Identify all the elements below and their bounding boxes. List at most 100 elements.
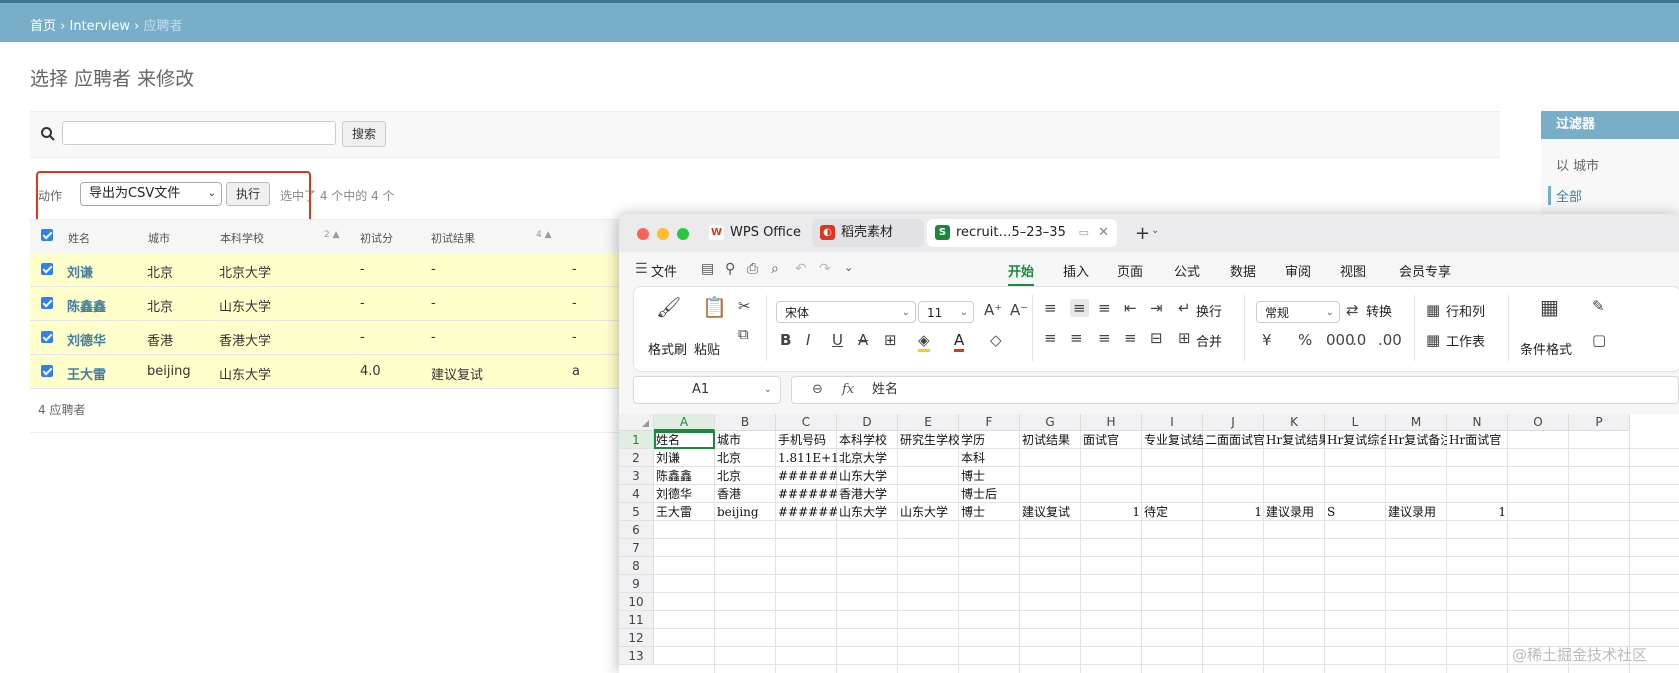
- decrease-decimal-icon[interactable]: .00: [1378, 331, 1402, 349]
- tab-preview-icon[interactable]: ▭: [1079, 219, 1089, 247]
- increase-font-icon[interactable]: A⁺: [984, 301, 1002, 319]
- percent-icon[interactable]: %: [1298, 331, 1312, 349]
- align-middle-icon[interactable]: ≡: [1070, 299, 1089, 317]
- column-header-D[interactable]: D: [837, 414, 898, 431]
- tab-recruit-sheet[interactable]: Srecruit…5–23–35 ▭ ✕: [927, 219, 1117, 247]
- cell-F1[interactable]: 学历: [959, 431, 1020, 449]
- name-box[interactable]: A1 ⌄: [633, 376, 781, 404]
- formula-input[interactable]: ⊖ fx 姓名: [791, 376, 1679, 404]
- cut-icon[interactable]: ✂: [738, 297, 751, 315]
- cell-D5[interactable]: 山东大学: [837, 503, 898, 521]
- strikethrough-icon[interactable]: A: [858, 331, 868, 349]
- print-icon[interactable]: ⎙: [747, 261, 758, 277]
- row-header-12[interactable]: 12: [619, 629, 654, 647]
- row-checkbox[interactable]: [41, 365, 53, 377]
- cell-L5[interactable]: S: [1325, 503, 1386, 521]
- align-right-icon[interactable]: ≡: [1098, 329, 1111, 347]
- column-header-C[interactable]: C: [776, 414, 837, 431]
- cell-K1[interactable]: Hr复试结果: [1264, 431, 1325, 449]
- cell-C4[interactable]: #######: [776, 485, 837, 503]
- cell-D4[interactable]: 香港大学: [837, 485, 898, 503]
- row-checkbox[interactable]: [41, 331, 53, 343]
- convert-button[interactable]: 转换: [1366, 301, 1392, 320]
- cell-B1[interactable]: 城市: [715, 431, 776, 449]
- column-header-M[interactable]: M: [1386, 414, 1447, 431]
- menu-file[interactable]: 文件: [651, 261, 677, 280]
- thousands-icon[interactable]: 000: [1326, 331, 1355, 349]
- cell-B2[interactable]: 北京: [715, 449, 776, 467]
- new-tab-icon[interactable]: +: [1135, 223, 1150, 244]
- column-header-J[interactable]: J: [1203, 414, 1264, 431]
- breadcrumb-app-link[interactable]: Interview: [70, 19, 130, 34]
- cell-C1[interactable]: 手机号码: [776, 431, 837, 449]
- cell-C5[interactable]: #######: [776, 503, 837, 521]
- column-header-A[interactable]: A: [654, 414, 715, 431]
- merge-icon[interactable]: ⊞: [1178, 329, 1191, 347]
- tab-close-icon[interactable]: ✕: [1098, 219, 1109, 247]
- row-header-10[interactable]: 10: [619, 593, 654, 611]
- column-header-O[interactable]: O: [1508, 414, 1569, 431]
- sort-indicator[interactable]: 4 ▲: [536, 230, 552, 240]
- tab-docer[interactable]: ◐ 稻壳素材: [812, 219, 924, 247]
- column-header-F[interactable]: F: [959, 414, 1020, 431]
- select-all-checkbox[interactable]: [41, 229, 53, 241]
- cell-B5[interactable]: beijing: [715, 503, 776, 521]
- cell-L1[interactable]: Hr复试综合: [1325, 431, 1386, 449]
- cell-F4[interactable]: 博士后: [959, 485, 1020, 503]
- cell-E5[interactable]: 山东大学: [898, 503, 959, 521]
- cell-A1[interactable]: 姓名: [654, 431, 715, 449]
- wrap-text-button[interactable]: 换行: [1196, 301, 1222, 320]
- column-header-score[interactable]: 初试分: [360, 230, 393, 246]
- chevron-down-icon[interactable]: ⌄: [1151, 225, 1159, 236]
- chevron-down-icon[interactable]: ⌄: [844, 261, 853, 274]
- row-checkbox[interactable]: [41, 297, 53, 309]
- cell-F2[interactable]: 本科: [959, 449, 1020, 467]
- copy-icon[interactable]: ⧉: [738, 325, 749, 343]
- distributed-icon[interactable]: ⊟: [1150, 329, 1163, 347]
- paste-icon[interactable]: 📋: [702, 295, 727, 319]
- conditional-format-icon[interactable]: ▦: [1540, 295, 1559, 319]
- cell-style-icon[interactable]: ✎: [1592, 297, 1605, 315]
- column-header-H[interactable]: H: [1081, 414, 1142, 431]
- action-run-button[interactable]: 执行: [226, 182, 270, 206]
- worksheet-icon[interactable]: ▦: [1426, 331, 1440, 349]
- hamburger-menu-icon[interactable]: ☰: [635, 261, 648, 277]
- column-header-city[interactable]: 城市: [148, 230, 170, 246]
- row-header-4[interactable]: 4: [619, 485, 654, 503]
- menu-page[interactable]: 页面: [1117, 261, 1143, 280]
- cell-G1[interactable]: 初试结果: [1020, 431, 1081, 449]
- close-window-icon[interactable]: [637, 228, 649, 240]
- column-header-school[interactable]: 本科学校: [220, 230, 264, 246]
- cell-I1[interactable]: 专业复试结果: [1142, 431, 1203, 449]
- column-header-N[interactable]: N: [1447, 414, 1508, 431]
- menu-insert[interactable]: 插入: [1063, 261, 1089, 280]
- fx-icon[interactable]: fx: [842, 377, 854, 403]
- table-style-icon[interactable]: ▢: [1592, 331, 1606, 349]
- underline-icon[interactable]: U: [832, 331, 843, 349]
- search-input[interactable]: [62, 121, 336, 145]
- font-size-select[interactable]: 11 ⌄: [918, 301, 974, 323]
- menu-review[interactable]: 审阅: [1285, 261, 1311, 280]
- row-header-7[interactable]: 7: [619, 539, 654, 557]
- cell-D1[interactable]: 本科学校: [837, 431, 898, 449]
- cell-N1[interactable]: Hr面试官: [1447, 431, 1508, 449]
- cell-F3[interactable]: 博士: [959, 467, 1020, 485]
- justify-icon[interactable]: ≡: [1124, 329, 1137, 347]
- cell-F5[interactable]: 博士: [959, 503, 1020, 521]
- cell-D3[interactable]: 山东大学: [837, 467, 898, 485]
- cell-J5[interactable]: 1: [1203, 503, 1264, 521]
- row-name-link[interactable]: 陈鑫鑫: [67, 296, 106, 315]
- cell-A5[interactable]: 王大雷: [654, 503, 715, 521]
- format-painter-icon[interactable]: 🖌: [656, 295, 681, 319]
- decrease-font-icon[interactable]: A⁻: [1010, 301, 1028, 319]
- format-painter-button[interactable]: 格式刷: [648, 339, 687, 358]
- worksheet-button[interactable]: 工作表: [1446, 331, 1485, 350]
- menu-view[interactable]: 视图: [1340, 261, 1366, 280]
- menu-home[interactable]: 开始: [1008, 261, 1035, 286]
- cell-H1[interactable]: 面试官: [1081, 431, 1142, 449]
- increase-decimal-icon[interactable]: .0: [1352, 331, 1366, 349]
- minimize-window-icon[interactable]: [657, 228, 669, 240]
- bold-icon[interactable]: B: [780, 331, 791, 349]
- column-header-L[interactable]: L: [1325, 414, 1386, 431]
- share-icon[interactable]: ⚲: [725, 261, 735, 277]
